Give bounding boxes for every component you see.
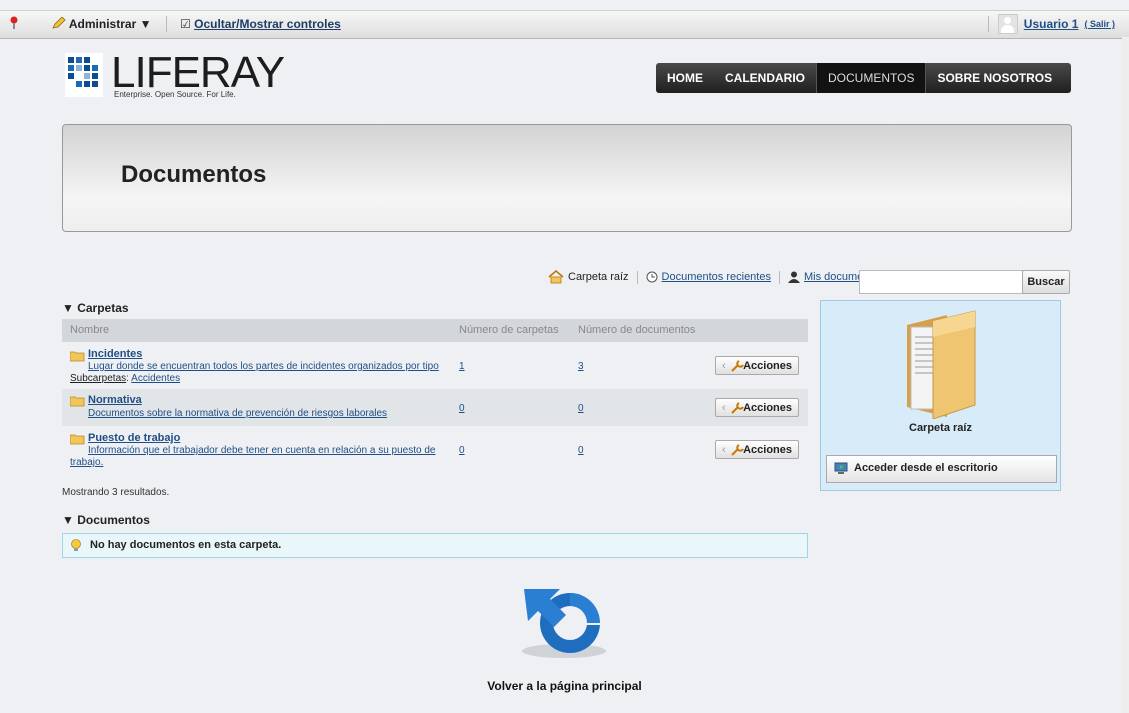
root-folder-panel: Carpeta raíz Acceder desde el escritorio <box>820 300 1061 491</box>
large-folder-icon <box>907 310 976 419</box>
documents-section-title[interactable]: ▼ Documentos <box>62 513 150 527</box>
column-header-name[interactable]: Nombre <box>70 324 109 336</box>
folder-description[interactable]: Lugar donde se encuentran todos los part… <box>88 361 439 372</box>
toggle-controls-link[interactable]: Ocultar/Mostrar controles <box>194 17 341 31</box>
folders-section-title[interactable]: ▼ Carpetas <box>62 301 129 315</box>
folder-count[interactable]: 1 <box>459 361 465 372</box>
actions-button[interactable]: Acciones <box>715 356 799 376</box>
table-row: Puesto de trabajo Información que el tra… <box>62 426 808 474</box>
column-header-documents[interactable]: Número de documentos <box>578 324 695 336</box>
wrench-icon <box>731 444 744 456</box>
avatar <box>997 14 1018 34</box>
folder-name-link[interactable]: Puesto de trabajo <box>88 432 180 444</box>
folder-icon <box>70 396 85 407</box>
dockbar: Administrar ▼ ☑ Ocultar/Mostrar controle… <box>0 10 1129 39</box>
folder-icon <box>70 351 85 362</box>
nav-item-documentos[interactable]: DOCUMENTOS <box>816 63 927 93</box>
actions-label: Acciones <box>743 402 792 414</box>
search-button[interactable]: Buscar <box>1022 270 1070 294</box>
admin-menu[interactable]: Administrar ▼ <box>52 16 152 31</box>
wrench-icon <box>731 402 744 414</box>
actions-label: Acciones <box>743 360 792 372</box>
pin-icon[interactable] <box>9 16 19 30</box>
column-header-folders[interactable]: Número de carpetas <box>459 324 559 336</box>
nav-item-calendario[interactable]: CALENDARIO <box>714 63 816 93</box>
home-folder-icon <box>548 270 564 284</box>
toggle-controls[interactable]: ☑ Ocultar/Mostrar controles <box>180 17 341 31</box>
subfolders-label[interactable]: Subcarpetas <box>70 373 126 384</box>
pencil-icon <box>52 16 66 29</box>
desktop-icon <box>834 462 848 474</box>
actions-button[interactable]: Acciones <box>715 440 799 460</box>
subfolder-link[interactable]: Accidentes <box>131 373 180 384</box>
actions-label: Acciones <box>743 444 792 456</box>
document-count[interactable]: 0 <box>578 445 584 456</box>
page-title: Documentos <box>121 161 267 188</box>
document-count[interactable]: 0 <box>578 403 584 414</box>
recent-documents-link[interactable]: Documentos recientes <box>662 271 771 283</box>
folder-icon <box>70 434 85 445</box>
divider <box>166 16 167 32</box>
results-count: Mostrando 3 resultados. <box>62 487 170 498</box>
empty-documents-message: No hay documentos en esta carpeta. <box>62 533 808 558</box>
table-row: Incidentes Lugar donde se encuentran tod… <box>62 342 808 389</box>
liferay-logo-mark <box>65 53 103 97</box>
user-menu[interactable]: Usuario 1 ( Salir ) <box>997 14 1115 34</box>
nav-item-home[interactable]: HOME <box>656 63 714 93</box>
root-folder-label: Carpeta raíz <box>568 271 629 283</box>
folder-count[interactable]: 0 <box>459 403 465 414</box>
back-arrow-icon[interactable] <box>510 585 614 661</box>
actions-button[interactable]: Acciones <box>715 398 799 418</box>
subfolders: Subcarpetas: Accidentes <box>70 373 181 384</box>
lightbulb-icon <box>71 539 81 551</box>
admin-label: Administrar ▼ <box>68 17 152 31</box>
nav-item-sobre-nosotros[interactable]: SOBRE NOSOTROS <box>926 63 1063 93</box>
main-navigation: HOME CALENDARIO DOCUMENTOS SOBRE NOSOTRO… <box>656 63 1071 93</box>
desktop-access-button[interactable]: Acceder desde el escritorio <box>826 455 1057 483</box>
checkbox-icon: ☑ <box>180 17 191 31</box>
search-input[interactable] <box>859 270 1023 294</box>
folder-name-link[interactable]: Incidentes <box>88 348 142 360</box>
table-header: Nombre Número de carpetas Número de docu… <box>62 319 808 342</box>
empty-message-text: No hay documentos en esta carpeta. <box>90 539 282 551</box>
table-row: Normativa Documentos sobre la normativa … <box>62 389 808 426</box>
back-to-home-label[interactable]: Volver a la página principal <box>0 679 1129 693</box>
folder-description[interactable]: Información que el trabajador debe tener… <box>88 445 435 456</box>
folder-description[interactable]: Documentos sobre la normativa de prevenc… <box>88 408 387 419</box>
desktop-access-label: Acceder desde el escritorio <box>854 462 998 474</box>
document-toolbar: Carpeta raíz Documentos recientes Mis do… <box>548 270 884 284</box>
clock-icon <box>646 271 658 283</box>
folder-count[interactable]: 0 <box>459 445 465 456</box>
site-logo[interactable]: LIFERAY Enterprise. Open Source. For Lif… <box>63 48 285 108</box>
logo-tagline: Enterprise. Open Source. For Life. <box>114 90 236 99</box>
folder-name-link[interactable]: Normativa <box>88 394 142 406</box>
folder-description-continued[interactable]: trabajo. <box>70 457 103 468</box>
user-name-link[interactable]: Usuario 1 <box>1024 17 1079 31</box>
document-count[interactable]: 3 <box>578 361 584 372</box>
logout-link[interactable]: ( Salir ) <box>1084 19 1115 29</box>
divider <box>988 16 989 32</box>
panel-caption: Carpeta raíz <box>909 422 972 434</box>
page-banner: Documentos <box>62 124 1072 232</box>
scrollbar[interactable] <box>1122 37 1129 713</box>
user-icon <box>787 271 800 283</box>
wrench-icon <box>731 360 744 372</box>
folders-table: Nombre Número de carpetas Número de docu… <box>62 319 808 474</box>
